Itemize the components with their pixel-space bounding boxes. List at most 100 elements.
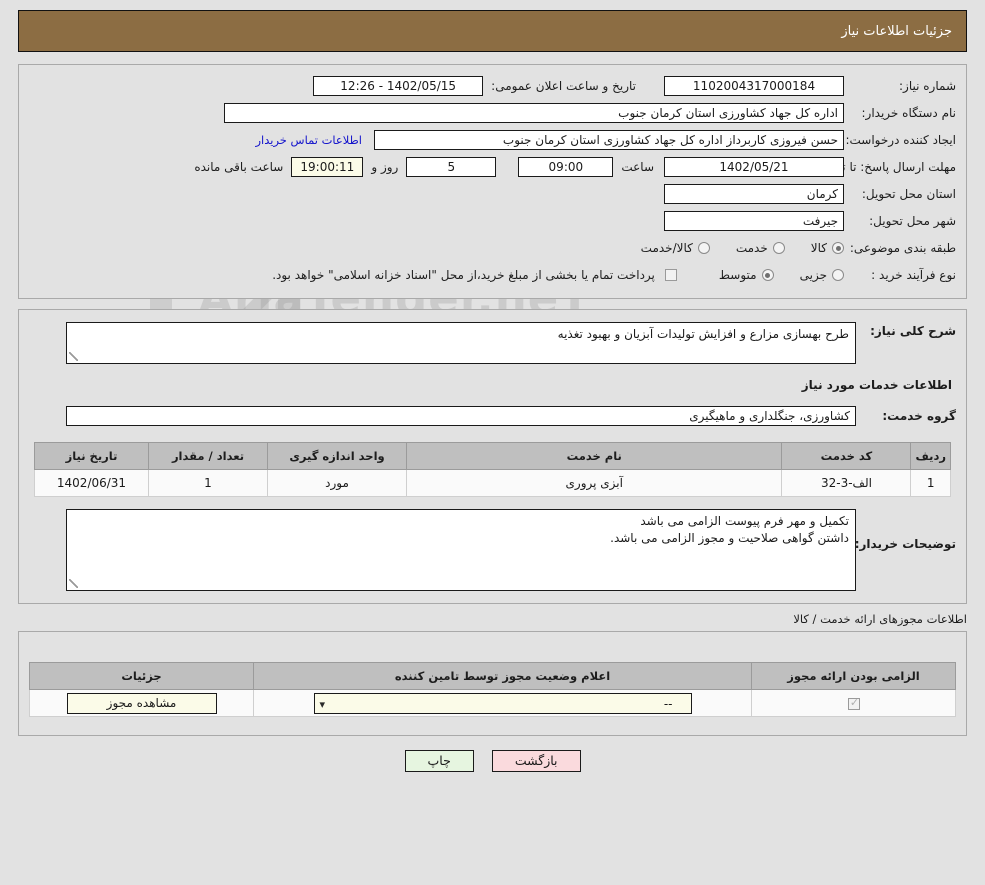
radio-indicator [697, 242, 710, 254]
cell-date: 1402/06/31 [34, 469, 149, 497]
process-option-label: جزیی [799, 268, 827, 282]
row-category: طبقه بندی موضوعی: کالا خدمت کالا/خدمت [29, 237, 956, 259]
cell-radif: 1 [910, 469, 951, 497]
page-title-bar: جزئیات اطلاعات نیاز [18, 10, 967, 52]
buyer-notes-line-1: تکمیل و مهر فرم پیوست الزامی می باشد [640, 514, 849, 528]
radio-indicator [761, 269, 774, 281]
back-button[interactable]: بازگشت [491, 750, 581, 772]
permits-section-title: اطلاعات مجوزهای ارائه خدمت / کالا [793, 612, 967, 626]
process-option-label: متوسط [718, 268, 757, 282]
deadline-time-value: 09:00 [518, 157, 614, 177]
col-permit-details: جزئیات [29, 662, 254, 690]
deadline-date-value: 1402/05/21 [664, 157, 844, 177]
buyer-contact-link[interactable]: اطلاعات تماس خریدار [255, 133, 362, 147]
deadline-time-label: ساعت [621, 160, 654, 174]
category-option-label: کالا [810, 241, 827, 255]
row-city: شهر محل تحویل: جیرفت [29, 210, 956, 232]
row-requester: ایجاد کننده درخواست: حسن فیروزی کاربرداز… [29, 129, 956, 151]
cell-unit: مورد [267, 469, 407, 497]
general-panel: شرح کلی نیاز: طرح بهسازی مزارع و افزایش … [18, 309, 967, 604]
row-need-number: شماره نیاز: 1102004317000184 تاریخ و ساع… [29, 75, 956, 97]
row-deadline: مهلت ارسال پاسخ: تا تاریخ: 1402/05/21 سا… [29, 156, 956, 178]
col-qty: تعداد / مقدار [148, 442, 268, 470]
col-radif: ردیف [910, 442, 951, 470]
radio-indicator [772, 242, 785, 254]
footer-actions: بازگشت چاپ [0, 750, 985, 772]
permit-status-select[interactable]: ▾ -- [313, 692, 692, 714]
cell-code: الف-3-32 [781, 469, 912, 497]
city-label: شهر محل تحویل: [869, 214, 956, 228]
buyer-org-value: اداره کل جهاد کشاورزی استان کرمان جنوب [224, 103, 844, 123]
service-group-value: کشاورزی، جنگلداری و ماهیگیری [66, 406, 856, 426]
buyer-notes-label: توضیحات خریدار: [854, 537, 956, 551]
category-radio-khedmat[interactable]: خدمت [736, 241, 785, 255]
buyer-notes-textarea[interactable]: تکمیل و مهر فرم پیوست الزامی می باشد داش… [66, 509, 856, 591]
deadline-label: مهلت ارسال پاسخ: تا تاریخ: [817, 159, 956, 174]
col-date: تاریخ نیاز [34, 442, 149, 470]
row-process: نوع فرآیند خرید : جزیی متوسط پرداخت تمام… [29, 264, 956, 286]
category-option-label: کالا/خدمت [640, 241, 693, 255]
radio-indicator [832, 242, 844, 254]
cell-qty: 1 [148, 469, 268, 497]
items-table-wrap: ردیف کد خدمت نام خدمت واحد اندازه گیری ت… [29, 442, 956, 497]
need-number-value: 1102004317000184 [664, 76, 844, 96]
public-announce-value: 1402/05/15 - 12:26 [313, 76, 484, 96]
permits-panel: الزامی بودن ارائه مجوز اعلام وضعیت مجوز … [18, 631, 967, 736]
public-announce-label: تاریخ و ساعت اعلان عمومی: [491, 79, 636, 93]
remaining-time-value: 19:00:11 [291, 157, 364, 177]
table-row: ▾ -- مشاهده مجوز [29, 689, 956, 717]
chevron-down-icon: ▾ [319, 697, 326, 711]
permits-table-header-row: الزامی بودن ارائه مجوز اعلام وضعیت مجوز … [29, 662, 956, 690]
treasury-docs-checkbox[interactable] [664, 269, 677, 281]
col-code: کد خدمت [781, 442, 912, 470]
print-button[interactable]: چاپ [404, 750, 474, 772]
row-service-group: گروه خدمت: کشاورزی، جنگلداری و ماهیگیری [29, 406, 956, 426]
col-name: نام خدمت [405, 442, 783, 470]
process-radio-motevaset[interactable]: متوسط [719, 268, 774, 282]
services-heading: اطلاعات خدمات مورد نیاز [801, 378, 952, 392]
col-permit-required: الزامی بودن ارائه مجوز [751, 662, 956, 690]
page-title: جزئیات اطلاعات نیاز [841, 23, 952, 39]
treasury-note-text: پرداخت تمام یا بخشی از مبلغ خرید،از محل … [272, 268, 655, 282]
cell-permit-details: مشاهده مجوز [29, 689, 254, 717]
need-desc-textarea[interactable]: طرح بهسازی مزارع و افزایش تولیدات آبزیان… [66, 322, 856, 364]
permit-status-value: -- [663, 696, 673, 711]
requester-label: ایجاد کننده درخواست: [845, 133, 956, 147]
buyer-org-label: نام دستگاه خریدار: [861, 106, 957, 120]
permits-table: الزامی بودن ارائه مجوز اعلام وضعیت مجوز … [29, 662, 956, 717]
table-row: 1 الف-3-32 آبزی پروری مورد 1 1402/06/31 [34, 469, 951, 497]
category-radio-kala-khedmat[interactable]: کالا/خدمت [641, 241, 710, 255]
province-value: کرمان [664, 184, 844, 204]
row-province: استان محل تحویل: کرمان [29, 183, 956, 205]
category-label: طبقه بندی موضوعی: [849, 241, 956, 255]
buyer-notes-line-2: داشتن گواهی صلاحیت و مجوز الزامی می باشد… [610, 531, 849, 545]
category-radio-kala[interactable]: کالا [811, 241, 844, 255]
items-table: ردیف کد خدمت نام خدمت واحد اندازه گیری ت… [34, 442, 951, 497]
radio-indicator [832, 269, 844, 281]
cell-permit-required [751, 689, 956, 717]
row-buyer-org: نام دستگاه خریدار: اداره کل جهاد کشاورزی… [29, 102, 956, 124]
category-option-label: خدمت [735, 241, 768, 255]
service-group-label: گروه خدمت: [882, 409, 956, 423]
items-table-header-row: ردیف کد خدمت نام خدمت واحد اندازه گیری ت… [34, 442, 951, 470]
process-radio-jozei[interactable]: جزیی [800, 268, 844, 282]
remaining-days-label: روز و [371, 160, 399, 174]
page-root: جزئیات اطلاعات نیاز شماره نیاز: 11020043… [0, 10, 985, 772]
province-label: استان محل تحویل: [861, 187, 956, 201]
process-label: نوع فرآیند خرید : [871, 268, 956, 282]
permit-required-checkbox [847, 696, 861, 710]
need-number-label: شماره نیاز: [899, 79, 956, 93]
remaining-time-label: ساعت باقی مانده [194, 160, 284, 174]
requester-value: حسن فیروزی کاربرداز اداره کل جهاد کشاورز… [374, 130, 844, 150]
need-desc-label: شرح کلی نیاز: [870, 324, 956, 338]
view-permit-button[interactable]: مشاهده مجوز [66, 692, 217, 714]
row-need-desc: شرح کلی نیاز: طرح بهسازی مزارع و افزایش … [29, 322, 956, 364]
summary-panel: شماره نیاز: 1102004317000184 تاریخ و ساع… [18, 64, 967, 299]
col-unit: واحد اندازه گیری [267, 442, 407, 470]
col-permit-status: اعلام وضعیت مجوز توسط تامین کننده [253, 662, 752, 690]
cell-name: آبزی پروری [405, 469, 783, 497]
city-value: جیرفت [664, 211, 844, 231]
row-buyer-notes: توضیحات خریدار: تکمیل و مهر فرم پیوست ال… [29, 509, 956, 591]
remaining-days-value: 5 [406, 157, 497, 177]
cell-permit-status: ▾ -- [253, 689, 752, 717]
